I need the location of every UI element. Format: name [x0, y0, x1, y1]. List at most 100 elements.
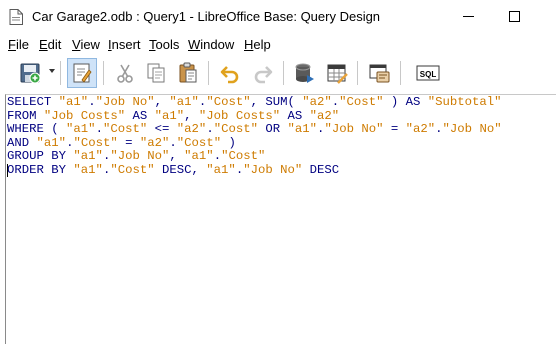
paste-button[interactable]	[173, 58, 203, 88]
sql-identifier: "Cost"	[206, 95, 251, 109]
maximize-button[interactable]	[492, 0, 538, 33]
edit-icon	[73, 63, 92, 83]
sql-keyword: .	[206, 122, 214, 136]
sql-identifier: "Subtotal"	[427, 95, 502, 109]
sql-identifier: "Job No"	[324, 122, 384, 136]
menu-file[interactable]: File	[8, 37, 29, 52]
copy-button[interactable]	[141, 58, 171, 88]
sql-keyword: ,	[184, 108, 199, 123]
sql-identifier: "Cost"	[176, 135, 222, 150]
sql-keyword: OR	[257, 122, 288, 136]
sql-identifier: "a1"	[66, 122, 96, 136]
sql-identifier: "Job Costs"	[43, 108, 126, 123]
sql-keyword: GROUP BY	[7, 149, 74, 163]
sql-line: GROUP BY "a1"."Job No", "a1"."Cost"	[7, 149, 265, 163]
edit-mode-button[interactable]	[67, 58, 97, 88]
toolbar-separator	[357, 61, 358, 85]
menu-view[interactable]: View	[72, 37, 100, 52]
sql-identifier: "a1"	[73, 162, 103, 177]
undo-icon	[220, 66, 239, 84]
sql-identifier: "Cost"	[339, 95, 384, 109]
sql-identifier: "a1"	[287, 122, 318, 136]
undo-button[interactable]	[215, 58, 245, 88]
design-view-icon	[369, 64, 390, 83]
title-bar: Car Garage2.odb : Query1 - LibreOffice B…	[0, 0, 556, 34]
text-cursor	[7, 164, 8, 177]
sql-identifier: "Job No"	[442, 122, 502, 136]
redo-icon	[254, 66, 273, 84]
sql-line: SELECT "a1"."Job No", "a1"."Cost", SUM( …	[7, 95, 502, 109]
window-title: Car Garage2.odb : Query1 - LibreOffice B…	[32, 9, 381, 24]
toolbar-separator	[283, 61, 284, 85]
sql-identifier: "Job Costs"	[198, 108, 281, 123]
copy-icon	[147, 63, 165, 83]
sql-identifier: "Job No"	[95, 95, 155, 109]
sql-keyword: WHERE (	[7, 122, 67, 136]
sql-keyword: )	[221, 135, 236, 150]
document-icon	[9, 9, 23, 25]
toolbar-separator	[103, 61, 104, 85]
run-query-icon	[295, 63, 314, 83]
minimize-button[interactable]	[446, 0, 492, 33]
run-sql-directly-button[interactable]: SQL	[413, 58, 443, 88]
cut-icon	[117, 64, 133, 83]
sql-identifier: "Cost"	[102, 122, 148, 136]
cut-button[interactable]	[110, 58, 140, 88]
sql-keyword: .	[95, 122, 103, 136]
sql-keyword: DESC,	[154, 162, 207, 177]
sql-identifier: "Cost"	[73, 135, 118, 150]
sql-identifier: "a2"	[309, 108, 340, 123]
sql-keyword: .	[435, 122, 443, 136]
sql-line: ORDER BY "a1"."Cost" DESC, "a1"."Job No"…	[7, 163, 339, 177]
sql-keyword: AS	[280, 108, 310, 123]
toolbar-separator	[208, 61, 209, 85]
menu-tools[interactable]: Tools	[149, 37, 179, 52]
clear-query-button[interactable]	[322, 58, 352, 88]
sql-identifier: "a2"	[302, 95, 332, 109]
sql-keyword: AS	[125, 108, 155, 123]
menu-help[interactable]: Help	[244, 37, 271, 52]
sql-identifier: "Cost"	[213, 122, 258, 136]
save-icon	[20, 63, 41, 84]
sql-keyword: SELECT	[7, 95, 59, 109]
sql-keyword: ,	[169, 149, 185, 163]
sql-keyword: <=	[147, 122, 177, 136]
sql-keyword: , SUM(	[250, 95, 303, 109]
run-query-button[interactable]	[289, 58, 319, 88]
sql-identifier: "Job No"	[110, 149, 170, 163]
sql-keyword: .	[88, 95, 96, 109]
clear-query-icon	[327, 64, 348, 84]
sql-identifier: "Cost"	[221, 149, 266, 163]
sql-identifier: "a1"	[169, 95, 199, 109]
sql-editor[interactable]: SELECT "a1"."Job No", "a1"."Cost", SUM( …	[5, 94, 556, 344]
sql-keyword: AND	[7, 135, 37, 150]
menu-edit[interactable]: Edit	[39, 37, 61, 52]
save-dropdown-arrow[interactable]	[49, 69, 55, 73]
menu-insert[interactable]: Insert	[108, 37, 141, 52]
sql-identifier: "a1"	[36, 135, 67, 150]
save-button[interactable]	[15, 58, 45, 88]
menu-bar: File Edit View Insert Tools Window Help	[0, 33, 556, 55]
sql-identifier: "a1"	[184, 149, 214, 163]
toolbar-separator	[400, 61, 401, 85]
svg-text:SQL: SQL	[420, 70, 437, 79]
sql-keyword: .	[169, 135, 177, 150]
sql-keyword: ORDER BY	[7, 162, 74, 177]
sql-identifier: "a1"	[73, 149, 103, 163]
sql-identifier: "a1"	[154, 108, 185, 123]
menu-window[interactable]: Window	[188, 37, 234, 52]
sql-keyword: DESC	[302, 162, 340, 177]
sql-text[interactable]: SELECT "a1"."Job No", "a1"."Cost", SUM( …	[7, 95, 502, 177]
sql-identifier: "a1"	[206, 162, 236, 177]
sql-identifier: "a2"	[405, 122, 436, 136]
toolbar-separator	[60, 61, 61, 85]
design-view-button[interactable]	[364, 58, 394, 88]
sql-line: FROM "Job Costs" AS "a1", "Job Costs" AS…	[7, 109, 339, 123]
sql-keyword: ,	[154, 95, 170, 109]
sql-keyword: .	[213, 149, 222, 163]
sql-identifier: "a2"	[139, 135, 170, 150]
sql-identifier: "a1"	[58, 95, 89, 109]
sql-keyword: =	[383, 122, 406, 136]
redo-button[interactable]	[248, 58, 278, 88]
sql-identifier: "a2"	[176, 122, 207, 136]
